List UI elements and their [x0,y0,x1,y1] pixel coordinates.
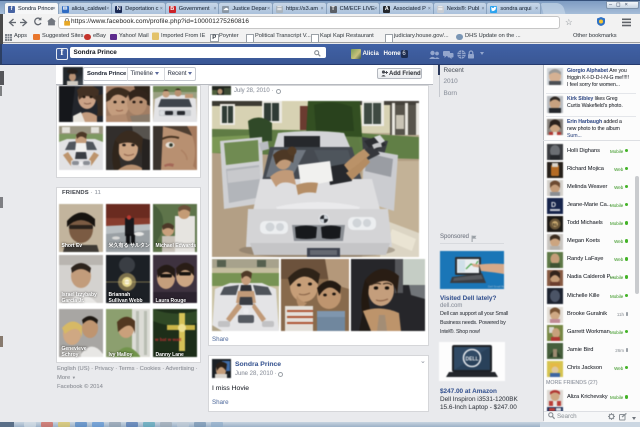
svg-text:D: D [551,202,556,209]
svg-text:Dell Small Bus: Dell Small Bus [488,285,504,289]
svg-text:DELL: DELL [466,356,479,362]
svg-text:51: 51 [552,222,557,227]
